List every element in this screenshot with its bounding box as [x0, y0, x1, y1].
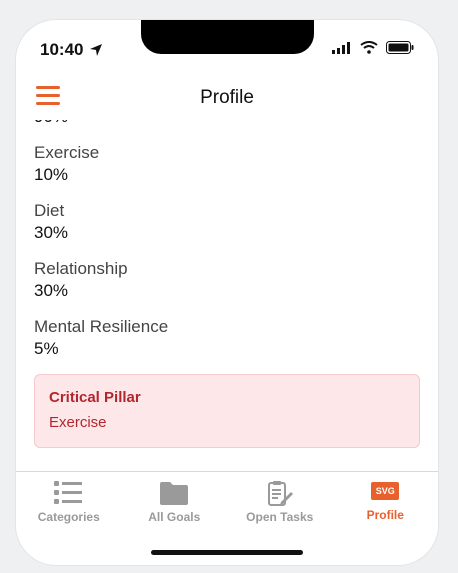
tab-all-goals[interactable]: All Goals — [122, 472, 228, 536]
status-time: 10:40 — [40, 40, 103, 60]
pillar-name: Exercise — [34, 143, 100, 162]
menu-icon[interactable] — [36, 86, 60, 106]
tab-categories[interactable]: Categories — [16, 472, 122, 536]
pillar-list: 90% Exercise 10% Diet 30% Relationship 3… — [34, 120, 420, 448]
notch — [141, 20, 314, 54]
header: Profile — [16, 76, 438, 120]
tab-label: Profile — [366, 508, 404, 522]
list-icon — [53, 481, 82, 504]
pillar-name: Diet — [34, 201, 65, 220]
pillar-percent: 30% — [34, 223, 69, 242]
tab-bar: Categories All Goals Open Tasks SVG Prof… — [16, 471, 438, 536]
pillar-item: Diet 30% — [34, 200, 420, 244]
signal-icon — [332, 41, 350, 54]
svg-badge-icon: SVG — [371, 482, 400, 500]
wifi-icon — [360, 41, 378, 54]
tab-label: Open Tasks — [246, 510, 314, 524]
tab-label: All Goals — [148, 510, 201, 524]
critical-pillar-card: Critical Pillar Exercise — [34, 374, 420, 448]
pillar-percent: 5% — [34, 339, 59, 358]
critical-pillar-title: Critical Pillar — [49, 389, 141, 406]
tab-profile[interactable]: SVG Profile — [333, 472, 439, 536]
status-time-text: 10:40 — [40, 40, 84, 59]
tab-label: Categories — [37, 510, 100, 524]
location-arrow-icon — [90, 44, 103, 56]
pillar-item: Mental Resilience 5% — [34, 316, 420, 360]
pillar-item: Relationship 30% — [34, 258, 420, 302]
folder-icon — [160, 482, 189, 505]
status-icons — [332, 41, 414, 54]
pillar-percent: 10% — [34, 165, 69, 184]
pillar-name: Relationship — [34, 259, 128, 278]
pillar-percent: 30% — [34, 281, 69, 300]
clipboard-edit-icon — [267, 481, 293, 506]
pillar-item: 90% — [34, 120, 420, 128]
critical-pillar-value: Exercise — [49, 414, 107, 431]
battery-icon — [386, 41, 414, 54]
page-title: Profile — [200, 87, 254, 108]
tab-open-tasks[interactable]: Open Tasks — [227, 472, 333, 536]
home-indicator[interactable] — [151, 550, 303, 555]
pillar-name: Mental Resilience — [34, 317, 169, 336]
pillar-percent: 90% — [34, 120, 420, 128]
phone-frame: 10:40 Profile 90% — [16, 20, 438, 565]
pillar-item: Exercise 10% — [34, 142, 420, 186]
profile-content[interactable]: 90% Exercise 10% Diet 30% Relationship 3… — [16, 120, 438, 470]
